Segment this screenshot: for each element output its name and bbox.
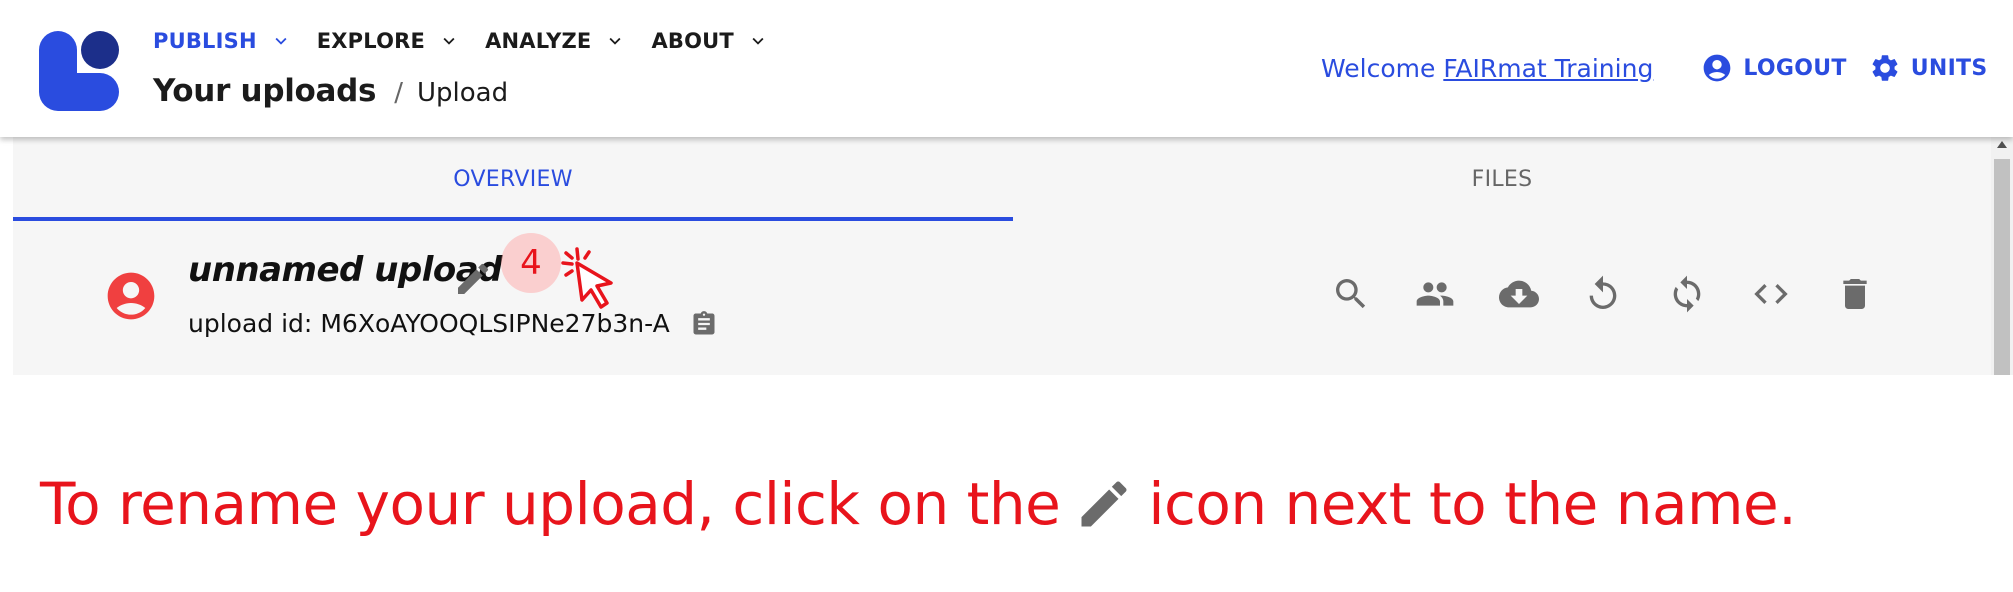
caption-text-after: icon next to the name. <box>1148 470 1797 538</box>
tab-overview[interactable]: OVERVIEW <box>13 137 1013 222</box>
search-icon[interactable] <box>1331 274 1371 314</box>
nav-about[interactable]: ABOUT <box>651 29 769 53</box>
pencil-icon[interactable] <box>453 259 493 299</box>
header-user-area: Welcome FAIRmat Training LOGOUT UNITS <box>1321 52 1988 84</box>
breadcrumb-your-uploads[interactable]: Your uploads <box>153 73 377 109</box>
nav-explore[interactable]: EXPLORE <box>317 29 460 53</box>
logout-label: LOGOUT <box>1743 55 1847 81</box>
gear-icon <box>1872 55 1898 81</box>
upload-actions <box>1331 274 1875 314</box>
cloud-download-icon[interactable] <box>1499 274 1539 314</box>
nav-publish[interactable]: PUBLISH <box>153 29 292 53</box>
logout-button[interactable]: LOGOUT <box>1701 52 1846 84</box>
chevron-down-icon <box>609 37 621 45</box>
click-cursor-icon <box>561 247 613 309</box>
tab-files[interactable]: FILES <box>1013 137 1991 222</box>
restore-icon[interactable] <box>1583 274 1623 314</box>
scrollbar-thumb[interactable] <box>1994 159 2010 375</box>
welcome-prefix: Welcome <box>1321 53 1444 83</box>
nav-explore-label: EXPLORE <box>316 29 426 53</box>
app-header: PUBLISH EXPLORE ANALYZE ABOUT Your uploa… <box>0 0 2013 137</box>
members-icon[interactable] <box>1415 274 1455 314</box>
tab-overview-label: OVERVIEW <box>453 167 573 192</box>
units-label: UNITS <box>1910 55 1988 81</box>
reprocess-icon[interactable] <box>1667 274 1707 314</box>
main-nav: PUBLISH EXPLORE ANALYZE ABOUT <box>153 29 794 53</box>
nav-about-label: ABOUT <box>651 29 734 53</box>
chevron-down-icon <box>275 37 287 45</box>
chevron-down-icon <box>443 37 455 45</box>
breadcrumb-current: Upload <box>416 78 509 108</box>
nomad-logo[interactable] <box>38 30 120 112</box>
chevron-down-icon <box>752 37 764 45</box>
units-button[interactable]: UNITS <box>1869 52 1988 84</box>
nav-analyze-label: ANALYZE <box>485 29 592 53</box>
user-name-link[interactable]: FAIRmat Training <box>1443 54 1653 83</box>
delete-icon[interactable] <box>1835 274 1875 314</box>
nav-publish-label: PUBLISH <box>153 29 257 53</box>
caption-text-before: To rename your upload, click on the <box>40 470 1061 538</box>
upload-id-row: upload id: M6XoAYOOQLSIPNe27b3n-A <box>188 309 718 338</box>
breadcrumb-separator: / <box>394 78 403 108</box>
account-circle-icon <box>107 272 155 320</box>
upload-id-value: M6XoAYOOQLSIPNe27b3n-A <box>320 309 670 338</box>
vertical-scrollbar[interactable] <box>1991 137 2013 375</box>
upload-id-label: upload id: <box>188 309 313 338</box>
code-icon[interactable] <box>1751 274 1791 314</box>
account-circle-icon <box>1703 54 1731 82</box>
welcome-text: Welcome FAIRmat Training <box>1321 54 1653 83</box>
clipboard-icon[interactable] <box>690 310 718 338</box>
upload-page-panel: OVERVIEW FILES unnamed upload 4 upload i… <box>13 137 1991 375</box>
active-tab-indicator <box>13 217 1013 221</box>
upload-tabs: OVERVIEW FILES <box>13 137 1991 222</box>
tutorial-caption: To rename your upload, click on the icon… <box>40 470 1797 538</box>
step-number: 4 <box>520 243 542 283</box>
nav-analyze[interactable]: ANALYZE <box>485 29 626 53</box>
scroll-up-arrow[interactable] <box>1997 141 2007 148</box>
breadcrumb: Your uploads / Upload <box>153 73 508 109</box>
step-number-badge: 4 <box>501 233 561 293</box>
pencil-icon <box>1081 481 1127 527</box>
tab-files-label: FILES <box>1471 167 1533 192</box>
